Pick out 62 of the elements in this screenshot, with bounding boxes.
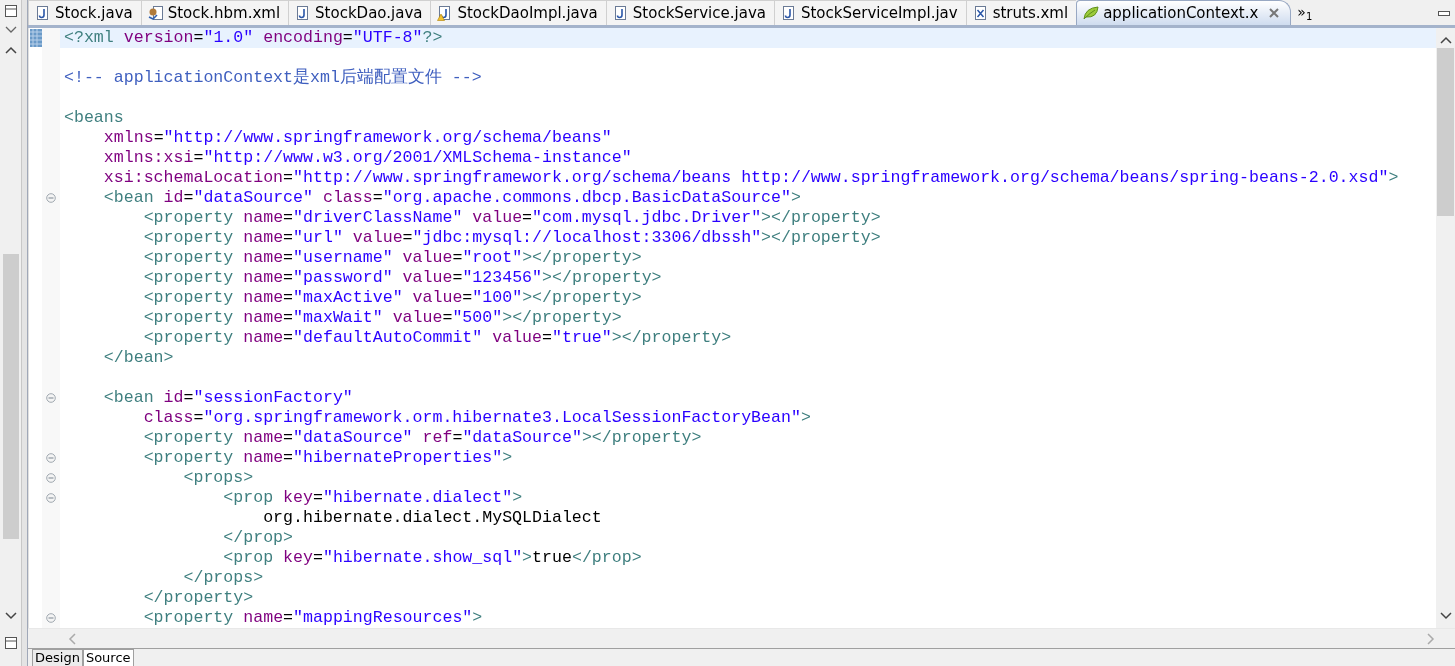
code-line: <bean id="dataSource" class="org.apache.commons.dbcp.BasicDataSource">: [102, 188, 802, 208]
scroll-right-icon[interactable]: [1427, 632, 1435, 645]
xml-file-icon: [972, 5, 989, 21]
code-line: </property>: [142, 588, 255, 608]
scroll-down-icon[interactable]: [1439, 612, 1452, 620]
code-line: xmlns="http://www.springframework.org/schema/beans": [102, 128, 613, 148]
scroll-up-icon[interactable]: [4, 46, 17, 54]
code-line: <property name="maxWait" value="500"></property>: [142, 308, 623, 328]
page-tab[interactable]: Source: [82, 649, 134, 666]
fold-icon[interactable]: [46, 193, 56, 203]
editor-tab[interactable]: Stock.java: [28, 0, 141, 25]
code-line: <property name="defaultAutoCommit" value="true"></property>: [142, 328, 733, 348]
code-line: </props>: [182, 568, 265, 588]
code-line: xsi:schemaLocation="http://www.springframework.org/schema/beans http://www.springframework.org/schema/beans/spring-beans-2.0.xsd">: [102, 168, 1400, 188]
leaf-icon: [1083, 5, 1100, 21]
editor-tab[interactable]: applicationContext.x: [1076, 0, 1292, 25]
fold-icon[interactable]: [46, 613, 56, 623]
java-file-icon: [612, 5, 629, 21]
fold-icon[interactable]: [46, 473, 56, 483]
chevron-down-icon[interactable]: [4, 26, 17, 34]
more-tabs-button[interactable]: »$_{1}$: [1291, 2, 1319, 23]
page-tab[interactable]: Design: [32, 649, 83, 666]
mapping-file-icon: [147, 5, 164, 21]
code-line: <property name="url" value="jdbc:mysql://localhost:3306/dbssh"></property>: [142, 228, 882, 248]
code-line: xmlns:xsi="http://www.w3.org/2001/XMLSchema-instance": [102, 148, 633, 168]
code-line: </bean>: [102, 348, 175, 368]
fold-icon[interactable]: [46, 393, 56, 403]
editor-tab[interactable]: StockService.java: [605, 0, 774, 25]
code-line: <bean id="sessionFactory": [102, 388, 354, 408]
code-line: <property name="username" value="root"></property>: [142, 248, 643, 268]
code-line: <property name="password" value="123456"></property>: [142, 268, 663, 288]
code-line: org.hibernate.dialect.MySQLDialect: [262, 508, 603, 528]
code-line: </prop>: [222, 528, 295, 548]
java-file-icon: [780, 5, 797, 21]
code-line: <!-- applicationContext是xml后端配置文件 -->: [63, 68, 483, 88]
scrollbar-thumb[interactable]: [2, 254, 19, 539]
code-line: <property name="mappingResources">: [142, 608, 484, 628]
code-line: <props>: [182, 468, 255, 488]
editor-tab[interactable]: StockDaoImpl.java: [430, 0, 606, 25]
restore-icon[interactable]: [3, 4, 18, 18]
editor-tab[interactable]: struts.xml: [965, 0, 1077, 25]
scroll-left-icon[interactable]: [68, 632, 76, 645]
code-line: <property name="driverClassName" value="com.mysql.jdbc.Driver"></property>: [142, 208, 882, 228]
code-line: <beans: [63, 108, 125, 128]
scroll-down-icon[interactable]: [4, 612, 17, 620]
scrollbar-thumb[interactable]: [1437, 48, 1454, 216]
scroll-up-icon[interactable]: [1439, 36, 1452, 44]
code-line: <property name="dataSource" ref="dataSource"></property>: [142, 428, 703, 448]
java-file-icon: [35, 5, 51, 21]
code-line: <prop key="hibernate.show_sql">true</prop>: [222, 548, 643, 568]
code-line: <prop key="hibernate.dialect">: [222, 488, 524, 508]
close-icon[interactable]: [1268, 7, 1281, 19]
fold-icon[interactable]: [46, 493, 56, 503]
range-marker-icon: [29, 29, 42, 47]
code-line: <property name="hibernateProperties">: [142, 448, 514, 468]
restore-icon[interactable]: [3, 636, 18, 650]
editor-tab[interactable]: StockServiceImpl.jav: [773, 0, 966, 25]
code-line: class="org.springframework.orm.hibernate3.LocalSessionFactoryBean">: [142, 408, 812, 428]
editor-tab[interactable]: Stock.hbm.xml: [140, 0, 289, 25]
editor-tab[interactable]: StockDao.java: [288, 0, 431, 25]
fold-icon[interactable]: [46, 453, 56, 463]
code-line: <property name="maxActive" value="100"></property>: [142, 288, 643, 308]
